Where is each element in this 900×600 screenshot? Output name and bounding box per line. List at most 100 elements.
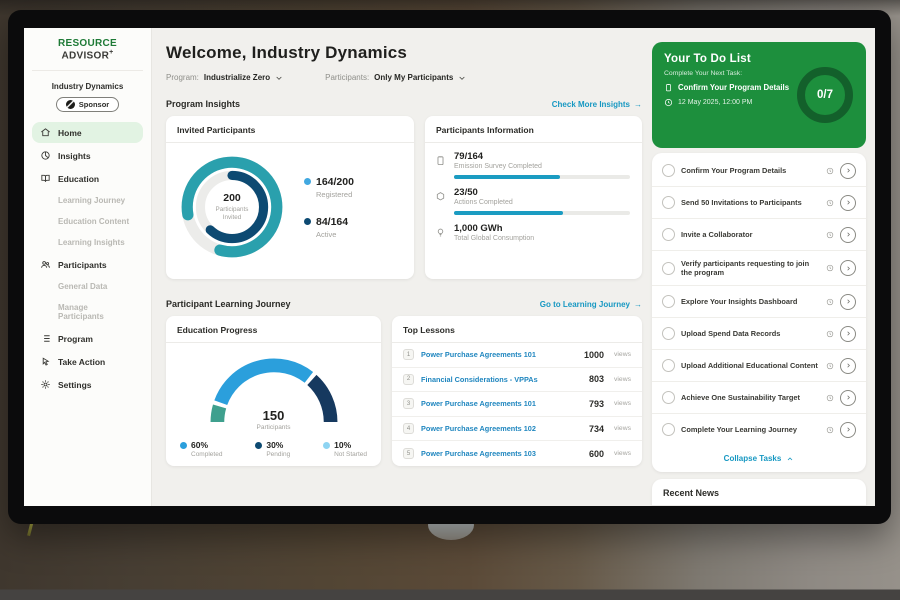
task-row[interactable]: Invite a Collaborator: [652, 219, 866, 251]
cube-icon: [435, 191, 446, 202]
task-go-button[interactable]: [840, 326, 856, 342]
info-label: Actions Completed: [454, 199, 630, 206]
sidebar-item-participants[interactable]: Participants: [32, 254, 143, 275]
legend-value: 164/200: [316, 176, 354, 188]
rank-badge: 1: [403, 349, 414, 360]
task-checkbox[interactable]: [662, 327, 675, 340]
progress-bar: [454, 175, 630, 179]
task-checkbox[interactable]: [662, 196, 675, 209]
sidebar-item-education-content[interactable]: Education Content: [32, 212, 143, 231]
task-checkbox[interactable]: [662, 228, 675, 241]
task-row[interactable]: Send 50 Invitations to Participants: [652, 187, 866, 219]
page-title: Welcome, Industry Dynamics: [166, 43, 642, 63]
legend-item-registered: 164/200 Registered: [304, 176, 354, 199]
participants-filter-value: Only My Participants: [374, 73, 453, 82]
lesson-link[interactable]: Power Purchase Agreements 102: [421, 424, 582, 433]
task-go-button[interactable]: [840, 195, 856, 211]
logo-resource: RESOURCE: [58, 38, 117, 49]
task-go-button[interactable]: [840, 390, 856, 406]
sponsor-badge-icon: [66, 100, 75, 109]
chevron-right-icon: [845, 362, 852, 369]
task-row[interactable]: Upload Spend Data Records: [652, 318, 866, 350]
task-checkbox[interactable]: [662, 295, 675, 308]
sidebar-item-general-data[interactable]: General Data: [32, 277, 143, 296]
task-go-button[interactable]: [840, 260, 856, 276]
task-label: Verify participants requesting to join t…: [681, 259, 820, 278]
invited-participants-donut-chart: 200 Participants Invited: [176, 151, 288, 263]
task-row[interactable]: Confirm Your Program Details: [652, 155, 866, 187]
task-row[interactable]: Upload Additional Educational Content: [652, 350, 866, 382]
clock-icon: [826, 426, 834, 434]
link-label: Go to Learning Journey: [540, 300, 630, 309]
sidebar-item-settings[interactable]: Settings: [32, 374, 143, 395]
task-row[interactable]: Complete Your Learning Journey: [652, 414, 866, 445]
lesson-link[interactable]: Power Purchase Agreements 101: [421, 350, 577, 359]
lesson-link[interactable]: Power Purchase Agreements 101: [421, 399, 582, 408]
sidebar-item-learning-journey[interactable]: Learning Journey: [32, 191, 143, 210]
task-checkbox[interactable]: [662, 391, 675, 404]
task-go-button[interactable]: [840, 294, 856, 310]
views-count: 1000: [584, 350, 604, 360]
task-row[interactable]: Verify participants requesting to join t…: [652, 251, 866, 286]
arrow-right-icon: →: [634, 100, 642, 109]
task-label: Upload Spend Data Records: [681, 329, 820, 339]
card-title: Participants Information: [425, 116, 642, 143]
sidebar-item-insights[interactable]: Insights: [32, 145, 143, 166]
task-row[interactable]: Explore Your Insights Dashboard: [652, 286, 866, 318]
legend-item-not-started: 10% Not Started: [323, 440, 367, 458]
todo-panel: Your To Do List Complete Your Next Task:…: [652, 42, 866, 148]
tasks-card: Confirm Your Program Details Send 50 Inv…: [652, 153, 866, 472]
collapse-tasks-link[interactable]: Collapse Tasks: [652, 445, 866, 466]
chevron-right-icon: [845, 426, 852, 433]
invited-participants-card: Invited Participants 200 Participants In…: [166, 116, 414, 279]
task-row[interactable]: Achieve One Sustainability Target: [652, 382, 866, 414]
lesson-row: 1 Power Purchase Agreements 101 1000 vie…: [392, 343, 642, 368]
sidebar-item-take-action[interactable]: Take Action: [32, 351, 143, 372]
recent-news-card: Recent News: [652, 479, 866, 506]
task-checkbox[interactable]: [662, 262, 675, 275]
task-label: Upload Additional Educational Content: [681, 361, 820, 371]
chevron-right-icon: [845, 265, 852, 272]
recent-news-title: Recent News: [652, 479, 866, 506]
legend-value: 60%: [191, 440, 208, 450]
program-filter[interactable]: Program: Industrialize Zero: [166, 73, 283, 82]
sidebar-item-manage-participants[interactable]: Manage Participants: [32, 298, 143, 326]
clock-icon: [826, 199, 834, 207]
lesson-row: 2 Financial Considerations - VPPAs 803 v…: [392, 368, 642, 393]
todo-progress-value: 0/7: [817, 89, 833, 101]
check-more-insights-link[interactable]: Check More Insights →: [552, 100, 642, 109]
filters-row: Program: Industrialize Zero Participants…: [166, 73, 642, 82]
sponsor-badge[interactable]: Sponsor: [56, 97, 119, 112]
org-name: Industry Dynamics: [32, 82, 143, 91]
legend-label: Active: [316, 230, 354, 239]
lesson-link[interactable]: Financial Considerations - VPPAs: [421, 375, 582, 384]
card-title: Invited Participants: [166, 116, 414, 143]
sidebar-item-learning-insights[interactable]: Learning Insights: [32, 233, 143, 252]
gauge-center-label: Participants: [199, 424, 349, 431]
legend-dot: [304, 218, 311, 225]
task-checkbox[interactable]: [662, 164, 675, 177]
go-to-learning-journey-link[interactable]: Go to Learning Journey →: [540, 300, 642, 309]
task-checkbox[interactable]: [662, 423, 675, 436]
task-go-button[interactable]: [840, 422, 856, 438]
task-checkbox[interactable]: [662, 359, 675, 372]
lesson-link[interactable]: Power Purchase Agreements 103: [421, 449, 582, 458]
task-go-button[interactable]: [840, 227, 856, 243]
lesson-row: 5 Power Purchase Agreements 103 600 view…: [392, 441, 642, 466]
legend-item-active: 84/164 Active: [304, 216, 354, 239]
views-suffix: views: [614, 450, 631, 457]
views-count: 600: [589, 449, 604, 459]
sidebar-item-label: Learning Insights: [58, 238, 125, 247]
clock-icon: [826, 330, 834, 338]
legend-dot: [323, 442, 330, 449]
sidebar-item-education[interactable]: Education: [32, 168, 143, 189]
sidebar-item-home[interactable]: Home: [32, 122, 143, 143]
task-go-button[interactable]: [840, 358, 856, 374]
task-label: Confirm Your Program Details: [681, 166, 820, 176]
info-value: 23/50: [454, 187, 630, 198]
sidebar-item-program[interactable]: Program: [32, 328, 143, 349]
task-go-button[interactable]: [840, 163, 856, 179]
participants-filter[interactable]: Participants: Only My Participants: [325, 73, 466, 82]
chevron-right-icon: [845, 298, 852, 305]
views-suffix: views: [614, 425, 631, 432]
